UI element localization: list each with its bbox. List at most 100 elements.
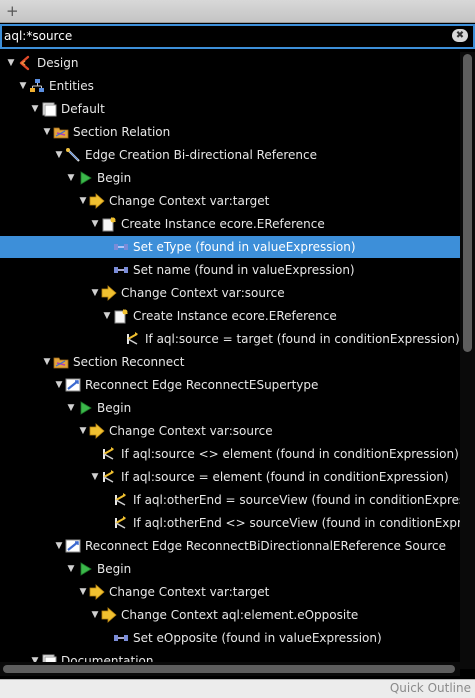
reconnect-edge-icon: [65, 377, 81, 393]
expand-arrow-icon[interactable]: ▼: [54, 535, 64, 557]
tree-item-label: If aql:source <> element (found in condi…: [121, 447, 459, 461]
tree-item-label: Create Instance ecore.EReference: [121, 217, 325, 231]
change-context-icon: [89, 193, 105, 209]
expand-arrow-icon[interactable]: ▼: [90, 466, 100, 488]
tree-item[interactable]: Set name (found in valueExpression): [0, 259, 460, 281]
tree-item[interactable]: ▼ Create Instance ecore.EReference: [0, 213, 460, 235]
change-context-icon: [101, 607, 117, 623]
tree-item-label: Begin: [97, 401, 132, 415]
tree-item-label: Change Context var:target: [109, 194, 270, 208]
tree-item[interactable]: ▼ Reconnect Edge ReconnectBiDirectionnalE…: [0, 535, 460, 557]
tree-item[interactable]: ▼ Reconnect Edge ReconnectESupertype: [0, 374, 460, 396]
expand-arrow-icon[interactable]: ▼: [66, 167, 76, 189]
tree-item[interactable]: ▼ Design: [0, 52, 460, 74]
tree-item[interactable]: ▼ Entities: [0, 75, 460, 97]
expand-arrow-icon[interactable]: ▼: [90, 604, 100, 626]
tree-item-label: Create Instance ecore.EReference: [133, 309, 337, 323]
tree-item[interactable]: If aql:otherEnd <> sourceView (found in …: [0, 512, 460, 534]
expand-arrow-icon[interactable]: ▼: [66, 397, 76, 419]
expand-arrow-icon[interactable]: ▼: [102, 305, 112, 327]
expand-arrow-icon[interactable]: ▼: [42, 351, 52, 373]
search-input[interactable]: [4, 27, 444, 45]
horizontal-scroll-thumb[interactable]: [3, 665, 455, 673]
view-toolbar: +: [0, 0, 475, 23]
begin-icon: [77, 400, 93, 416]
tree-item-label: Design: [37, 56, 79, 70]
tree-item-label: If aql:otherEnd = sourceView (found in c…: [133, 493, 460, 507]
expand-arrow-icon[interactable]: ▼: [78, 420, 88, 442]
expand-arrow-icon[interactable]: ▼: [54, 144, 64, 166]
expand-arrow-icon[interactable]: ▼: [90, 213, 100, 235]
if-icon: [125, 331, 141, 347]
expand-arrow-icon[interactable]: ▼: [18, 75, 28, 97]
expand-arrow-icon[interactable]: ▼: [42, 121, 52, 143]
expand-arrow-icon[interactable]: ▼: [6, 52, 16, 74]
tree-item[interactable]: ▼ Change Context var:target: [0, 581, 460, 603]
tree-item-label: Change Context aql:element.eOpposite: [121, 608, 359, 622]
vertical-scrollbar[interactable]: [460, 52, 475, 669]
vertical-scroll-thumb[interactable]: [463, 54, 472, 352]
tree-item-label: Edge Creation Bi-directional Reference: [85, 148, 318, 162]
set-icon: [113, 262, 129, 278]
tree-item-label: Begin: [97, 562, 132, 576]
change-context-icon: [89, 423, 105, 439]
edge-creation-icon: [65, 147, 81, 163]
tree-item[interactable]: ▼ Change Context var:target: [0, 190, 460, 212]
tree-item-label: Begin: [97, 171, 132, 185]
add-icon[interactable]: +: [6, 1, 19, 21]
tree-item-label: Section Relation: [73, 125, 171, 139]
tree-item[interactable]: ▼ Section Reconnect: [0, 351, 460, 373]
tree-item-label: Change Context var:source: [109, 424, 273, 438]
tree-item-label: If aql:source = target (found in conditi…: [145, 332, 460, 346]
set-icon: [113, 239, 129, 255]
expand-arrow-icon[interactable]: ▼: [90, 282, 100, 304]
quick-outline-label: Quick Outline: [389, 681, 471, 695]
begin-icon: [77, 170, 93, 186]
tree-item[interactable]: ▼ Section Relation: [0, 121, 460, 143]
tree-item[interactable]: Set eType (found in valueExpression): [0, 236, 460, 258]
begin-icon: [77, 561, 93, 577]
tree-item-label: Change Context var:target: [109, 585, 270, 599]
tree-item[interactable]: ▼ Begin: [0, 397, 460, 419]
expand-arrow-icon[interactable]: ▼: [54, 374, 64, 396]
if-icon: [101, 446, 117, 462]
tree-item[interactable]: If aql:otherEnd = sourceView (found in c…: [0, 489, 460, 511]
tree-item-label: Entities: [49, 79, 94, 93]
change-context-icon: [89, 584, 105, 600]
tree-item[interactable]: If aql:source <> element (found in condi…: [0, 443, 460, 465]
section-icon: [53, 124, 69, 140]
set-icon: [113, 630, 129, 646]
tree-item[interactable]: ▼ Change Context var:source: [0, 420, 460, 442]
horizontal-scrollbar[interactable]: [0, 662, 460, 676]
tree-item[interactable]: ▼ Begin: [0, 558, 460, 580]
tree-item-label: Reconnect Edge ReconnectBiDirectionnalER…: [85, 539, 446, 553]
expand-arrow-icon[interactable]: ▼: [78, 190, 88, 212]
tree-item-label: Change Context var:source: [121, 286, 285, 300]
layer-icon: [41, 101, 57, 117]
expand-arrow-icon[interactable]: ▼: [30, 98, 40, 120]
status-bar: Quick Outline: [0, 679, 475, 698]
expand-arrow-icon[interactable]: ▼: [66, 558, 76, 580]
tree-item[interactable]: ▼ Create Instance ecore.EReference: [0, 305, 460, 327]
tree-item[interactable]: ▼ Begin: [0, 167, 460, 189]
tree-item[interactable]: If aql:source = target (found in conditi…: [0, 328, 460, 350]
tree-item-label: Default: [61, 102, 105, 116]
tree-item-label: Set eType (found in valueExpression): [133, 240, 356, 254]
clear-search-icon[interactable]: ✖: [452, 29, 468, 42]
tree-item[interactable]: ▼ Change Context aql:element.eOpposite: [0, 604, 460, 626]
tree-item-label: If aql:source = element (found in condit…: [121, 470, 449, 484]
entities-icon: [29, 78, 45, 94]
tree-item[interactable]: ▼ Change Context var:source: [0, 282, 460, 304]
tree-item[interactable]: ▼ Edge Creation Bi-directional Reference: [0, 144, 460, 166]
tree-item[interactable]: ▼ If aql:source = element (found in condi…: [0, 466, 460, 488]
create-instance-icon: [113, 308, 129, 324]
design-icon: [17, 55, 33, 71]
expand-arrow-icon[interactable]: ▼: [78, 581, 88, 603]
if-icon: [113, 515, 129, 531]
if-icon: [113, 492, 129, 508]
section-icon: [53, 354, 69, 370]
tree-item-label: Section Reconnect: [73, 355, 185, 369]
outline-tree: ▼ Design ▼ Entities ▼ Default ▼ Section Relatio…: [0, 52, 460, 669]
tree-item[interactable]: ▼ Default: [0, 98, 460, 120]
tree-item[interactable]: Set eOpposite (found in valueExpression): [0, 627, 460, 649]
